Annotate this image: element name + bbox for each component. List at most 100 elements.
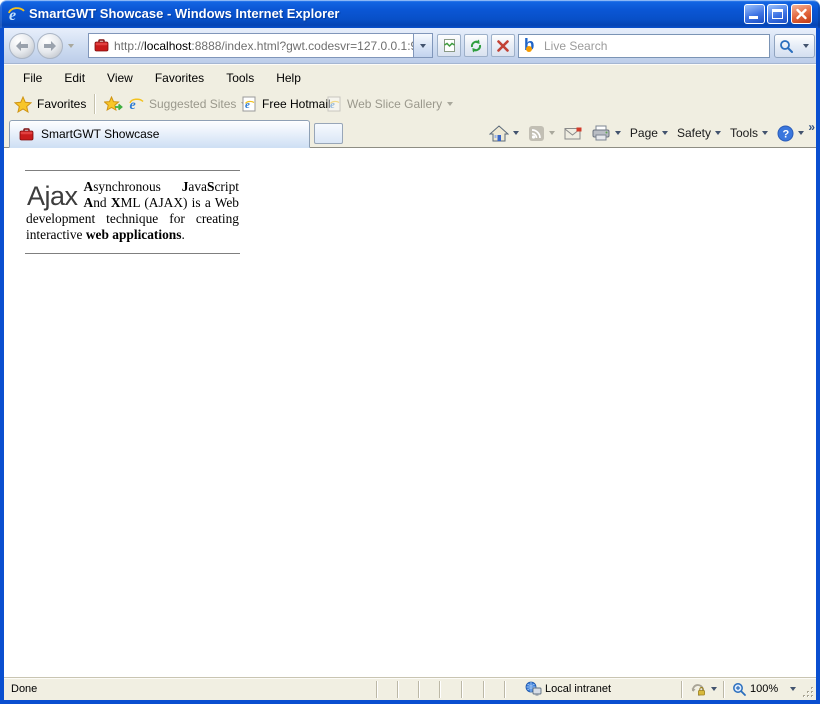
chevron-down-icon bbox=[549, 131, 555, 135]
mail-icon bbox=[564, 127, 582, 140]
tab-favicon-red-toolbox-icon bbox=[19, 128, 34, 141]
feeds-button[interactable] bbox=[528, 125, 555, 142]
security-zone-label: Local intranet bbox=[545, 683, 611, 695]
url-history-dropdown[interactable] bbox=[413, 34, 432, 57]
svg-text:e: e bbox=[330, 99, 335, 111]
ie-page-icon: e bbox=[326, 96, 342, 112]
stop-button[interactable] bbox=[491, 34, 515, 57]
suggested-sites-label: Suggested Sites bbox=[149, 97, 236, 111]
zoom-magnifier-icon bbox=[732, 682, 747, 697]
browser-window: e SmartGWT Showcase - Windows Internet E… bbox=[0, 0, 820, 704]
chevron-down-icon bbox=[715, 131, 721, 135]
compatibility-view-icon bbox=[442, 38, 457, 53]
tools-menu-label: Tools bbox=[730, 126, 758, 140]
forward-arrow-icon bbox=[42, 40, 58, 52]
chevron-down-icon bbox=[662, 131, 668, 135]
page-favicon-red-toolbox-icon bbox=[94, 39, 109, 52]
menu-edit[interactable]: Edit bbox=[53, 68, 96, 88]
chevron-down-icon bbox=[803, 44, 809, 48]
url-path: :8888/index.html?gwt.codesvr=127.0.0.1:9… bbox=[191, 39, 413, 53]
ie-logo-icon: e bbox=[128, 96, 144, 112]
page-content: Ajax Asynchronous JavaScript And XML (AJ… bbox=[4, 148, 816, 677]
refresh-button[interactable] bbox=[464, 34, 488, 57]
close-button[interactable] bbox=[791, 4, 812, 24]
url-domain: localhost bbox=[144, 39, 191, 53]
chevron-down-icon bbox=[513, 131, 519, 135]
menu-bar: File Edit View Favorites Tools Help bbox=[4, 64, 816, 90]
title-bar: e SmartGWT Showcase - Windows Internet E… bbox=[0, 0, 820, 28]
chevron-down-icon[interactable] bbox=[790, 687, 796, 691]
page-menu-button[interactable]: Page bbox=[630, 126, 668, 140]
forward-button[interactable] bbox=[37, 33, 63, 59]
zoom-level[interactable]: 100% bbox=[750, 683, 778, 695]
print-icon bbox=[591, 125, 611, 141]
chevron-down-icon bbox=[762, 131, 768, 135]
home-button[interactable] bbox=[489, 125, 519, 142]
maximize-icon bbox=[772, 9, 783, 19]
menu-tools[interactable]: Tools bbox=[215, 68, 265, 88]
favorites-bar: Favorites e Suggested Sites bbox=[4, 90, 816, 118]
chevron-down-icon bbox=[798, 131, 804, 135]
magnifier-icon bbox=[779, 39, 794, 54]
ajax-definition-box: Ajax Asynchronous JavaScript And XML (AJ… bbox=[25, 170, 240, 254]
help-button[interactable]: ? bbox=[777, 125, 804, 142]
add-to-favorites-bar-button[interactable] bbox=[104, 90, 123, 118]
favorites-label: Favorites bbox=[37, 97, 86, 111]
intranet-computer-icon bbox=[525, 681, 542, 697]
chevron-down-icon bbox=[447, 102, 453, 106]
toolbar-overflow-chevron[interactable]: » bbox=[808, 120, 815, 134]
bing-icon: b bbox=[523, 38, 539, 54]
print-button[interactable] bbox=[591, 125, 621, 141]
recent-pages-chevron-icon[interactable] bbox=[68, 44, 74, 48]
back-arrow-icon bbox=[14, 40, 30, 52]
window-title: SmartGWT Showcase - Windows Internet Exp… bbox=[29, 6, 340, 21]
safety-menu-label: Safety bbox=[677, 126, 711, 140]
back-button[interactable] bbox=[9, 33, 35, 59]
menu-view[interactable]: View bbox=[96, 68, 144, 88]
chevron-down-icon[interactable] bbox=[711, 687, 717, 691]
search-options-dropdown[interactable] bbox=[798, 34, 815, 58]
address-toolbar: http://localhost:8888/index.html?gwt.cod… bbox=[4, 28, 816, 64]
home-icon bbox=[489, 125, 509, 142]
command-bar: Page Safety Tools ? bbox=[489, 118, 804, 148]
tab-bar: SmartGWT Showcase bbox=[4, 118, 816, 148]
minimize-icon bbox=[749, 16, 758, 19]
svg-text:?: ? bbox=[783, 128, 790, 140]
add-favorite-star-icon bbox=[104, 96, 123, 113]
page-menu-label: Page bbox=[630, 126, 658, 140]
ie-logo-icon: e bbox=[7, 5, 25, 23]
security-zone-icon[interactable] bbox=[690, 682, 706, 697]
free-hotmail-label: Free Hotmail bbox=[262, 97, 331, 111]
toolbar-separator bbox=[94, 94, 95, 114]
safety-menu-button[interactable]: Safety bbox=[677, 126, 721, 140]
search-box: b bbox=[518, 34, 770, 58]
tab-smartgwt-showcase[interactable]: SmartGWT Showcase bbox=[9, 120, 310, 148]
suggested-sites-button[interactable]: e Suggested Sites bbox=[128, 90, 247, 118]
menu-help[interactable]: Help bbox=[265, 68, 312, 88]
address-bar-input[interactable]: http://localhost:8888/index.html?gwt.cod… bbox=[88, 33, 433, 58]
favorites-button[interactable]: Favorites bbox=[14, 90, 86, 118]
minimize-button[interactable] bbox=[744, 4, 765, 24]
resize-grip[interactable] bbox=[802, 686, 815, 699]
menu-file[interactable]: File bbox=[12, 68, 53, 88]
svg-text:e: e bbox=[245, 99, 250, 111]
menu-favorites[interactable]: Favorites bbox=[144, 68, 215, 88]
maximize-button[interactable] bbox=[767, 4, 788, 24]
chevron-down-icon bbox=[615, 131, 621, 135]
web-slice-gallery-button[interactable]: e Web Slice Gallery bbox=[326, 90, 453, 118]
status-bar: Done Local intranet bbox=[4, 677, 816, 700]
new-tab-button[interactable] bbox=[314, 123, 343, 144]
refresh-icon bbox=[468, 38, 484, 54]
search-button[interactable] bbox=[774, 34, 799, 58]
status-text: Done bbox=[11, 683, 37, 695]
url-scheme: http:// bbox=[114, 39, 144, 53]
compatibility-view-button[interactable] bbox=[437, 34, 461, 57]
search-input[interactable] bbox=[539, 39, 769, 53]
chevron-down-icon bbox=[420, 44, 426, 48]
web-slice-gallery-label: Web Slice Gallery bbox=[347, 97, 442, 111]
tools-menu-button[interactable]: Tools bbox=[730, 126, 768, 140]
free-hotmail-button[interactable]: e Free Hotmail bbox=[241, 90, 331, 118]
help-icon: ? bbox=[777, 125, 794, 142]
window-frame: http://localhost:8888/index.html?gwt.cod… bbox=[0, 28, 820, 704]
read-mail-button[interactable] bbox=[564, 127, 582, 140]
